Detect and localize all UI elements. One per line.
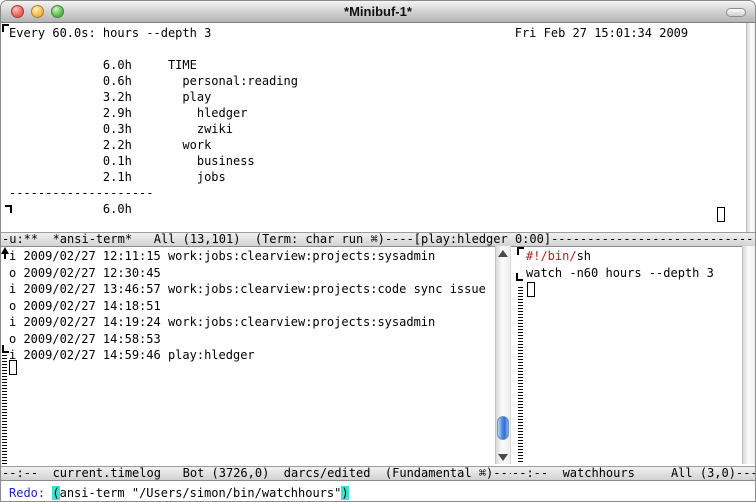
buffer-end-corner-icon xyxy=(2,345,9,353)
window-title: *Minibuf-1* xyxy=(1,4,755,19)
timelog-modeline-text: --:-- current.timelog Bot (3726,0) darcs… xyxy=(1,467,511,480)
script-modeline-text: --:-- watchhours All (3,0)--- xyxy=(511,467,756,480)
term-scrollbar[interactable] xyxy=(746,23,756,232)
script-pane[interactable]: #!/bin/sh watch -n60 hours --depth 3 xyxy=(526,248,714,281)
timelog-pane[interactable]: i 2009/02/27 12:11:15 work:jobs:clearvie… xyxy=(9,248,486,364)
term-modeline[interactable]: -u:** *ansi-term* All (13,101) (Term: ch… xyxy=(1,232,756,247)
timelog-modeline[interactable]: --:-- current.timelog Bot (3726,0) darcs… xyxy=(1,466,511,481)
open-paren-highlight: ( xyxy=(52,486,59,500)
script-command-line: watch -n60 hours --depth 3 xyxy=(526,266,714,280)
term-modeline-text: -u:** *ansi-term* All (13,101) (Term: ch… xyxy=(1,233,756,246)
scrollbar-up-arrow-icon[interactable] xyxy=(498,250,508,257)
minibuffer-prompt: Redo: xyxy=(9,486,52,500)
buffer-continues-above-icon xyxy=(1,247,10,260)
emacs-window: *Minibuf-1* Every 60.0s: hours --depth 3… xyxy=(0,0,756,502)
shebang-shell: sh xyxy=(577,249,591,263)
toolbar-pill-button[interactable] xyxy=(726,8,746,17)
buffer-end-corner-icon xyxy=(516,273,523,281)
minibuffer-command: ansi-term "/Users/simon/bin/watchhours" xyxy=(60,486,342,500)
buffer-top-corner-icon xyxy=(2,24,9,32)
empty-lines-stipple xyxy=(518,287,523,464)
ansi-term-pane[interactable]: Every 60.0s: hours --depth 3 Fri Feb 27 … xyxy=(9,25,688,217)
empty-lines-stipple xyxy=(2,355,7,464)
script-modeline[interactable]: --:-- watchhours All (3,0)--- xyxy=(511,466,756,481)
close-paren-highlight: ) xyxy=(341,486,348,500)
scrollbar-thumb[interactable] xyxy=(497,416,509,440)
timelog-scrollbar[interactable] xyxy=(495,246,511,464)
term-cursor xyxy=(717,207,725,222)
script-scrollbar[interactable] xyxy=(742,246,756,464)
timelog-cursor xyxy=(9,360,17,375)
buffer-top-corner-icon xyxy=(517,247,524,255)
scrollbar-down-arrow-icon[interactable] xyxy=(498,454,508,461)
shebang-prefix: #!/bin/ xyxy=(526,249,577,263)
script-cursor xyxy=(527,282,535,297)
minibuffer[interactable]: Redo: (ansi-term "/Users/simon/bin/watch… xyxy=(9,486,349,500)
window-titlebar[interactable]: *Minibuf-1* xyxy=(1,1,755,23)
buffer-bottom-corner-icon xyxy=(5,205,12,213)
